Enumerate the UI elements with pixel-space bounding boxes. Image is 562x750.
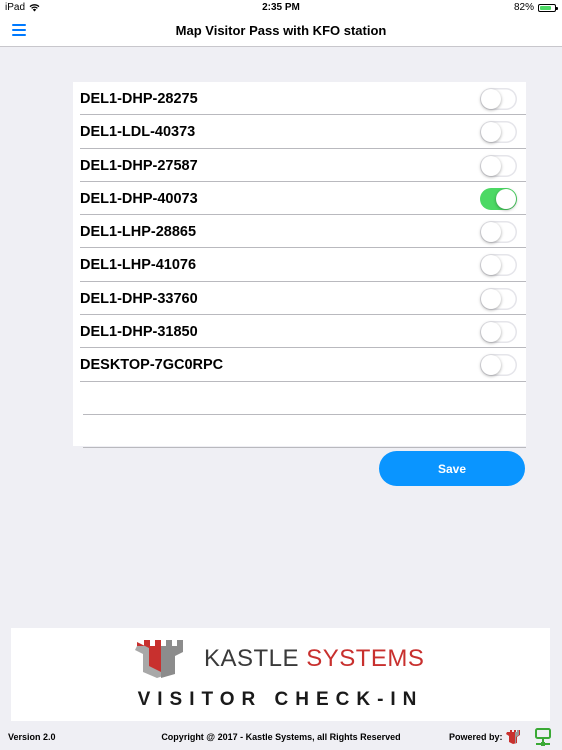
station-row: DEL1-LDL-40373 bbox=[80, 115, 526, 149]
network-icon[interactable] bbox=[533, 727, 553, 749]
station-row: DEL1-DHP-33760 bbox=[80, 282, 526, 316]
station-name: DEL1-DHP-33760 bbox=[80, 290, 198, 307]
kastle-castle-logo bbox=[135, 636, 185, 683]
banner-tagline: VISITOR CHECK-IN bbox=[137, 689, 424, 710]
brand-kastle: KASTLE bbox=[204, 645, 300, 672]
toggle-knob bbox=[481, 222, 501, 243]
kastle-banner: KASTLE SYSTEMS VISITOR CHECK-IN bbox=[11, 628, 550, 721]
station-name: DEL1-LDL-40373 bbox=[80, 124, 196, 141]
station-row: DEL1-LHP-28865 bbox=[80, 215, 526, 249]
status-right: 82% bbox=[513, 2, 558, 13]
station-toggle[interactable] bbox=[480, 254, 517, 277]
empty-row bbox=[83, 382, 526, 415]
status-time: 2:35 PM bbox=[262, 2, 300, 13]
station-toggle[interactable] bbox=[480, 287, 517, 310]
toggle-knob bbox=[481, 288, 501, 309]
station-toggle[interactable] bbox=[480, 321, 517, 344]
station-name: DEL1-LHP-41076 bbox=[80, 257, 197, 274]
station-row: DEL1-DHP-40073 bbox=[80, 182, 526, 216]
toggle-knob bbox=[481, 322, 501, 343]
station-row: DEL1-DHP-28275 bbox=[80, 82, 526, 116]
station-list: DEL1-DHP-28275 DEL1-LDL-40373 DEL1-DHP-275… bbox=[73, 82, 526, 449]
station-toggle[interactable] bbox=[480, 187, 517, 210]
toggle-knob bbox=[481, 89, 501, 109]
station-toggle[interactable] bbox=[480, 121, 517, 144]
station-row: DESKTOP-7GC0RPC bbox=[80, 348, 526, 382]
station-row: DEL1-DHP-31850 bbox=[80, 315, 526, 349]
station-row: DEL1-LHP-41076 bbox=[80, 248, 526, 282]
brand-systems: SYSTEMS bbox=[299, 645, 425, 672]
save-button[interactable]: Save bbox=[379, 451, 525, 486]
toggle-knob bbox=[481, 255, 501, 276]
empty-row bbox=[83, 415, 526, 449]
footer: Version 2.0 Copyright @ 2017 - Kastle Sy… bbox=[0, 726, 562, 750]
battery-percent: 82% bbox=[513, 2, 534, 13]
station-name: DEL1-LHP-28865 bbox=[80, 224, 197, 241]
toggle-knob bbox=[481, 155, 501, 176]
station-row: DEL1-DHP-27587 bbox=[80, 149, 526, 182]
kastle-mini-logo bbox=[505, 728, 523, 748]
station-name: DEL1-DHP-40073 bbox=[80, 190, 198, 207]
station-name: DESKTOP-7GC0RPC bbox=[80, 357, 224, 374]
station-toggle[interactable] bbox=[480, 221, 517, 244]
page-title: Map Visitor Pass with KFO station bbox=[175, 23, 387, 38]
battery-icon bbox=[538, 3, 558, 12]
station-name: DEL1-DHP-28275 bbox=[80, 91, 198, 107]
station-toggle[interactable] bbox=[480, 88, 517, 110]
toggle-knob bbox=[481, 355, 501, 376]
brand-name: KASTLE SYSTEMS bbox=[204, 645, 424, 673]
navigation-bar: Map Visitor Pass with KFO station bbox=[0, 16, 562, 47]
station-name: DEL1-DHP-27587 bbox=[80, 157, 198, 174]
status-bar: iPad 2:35 PM 82% bbox=[0, 0, 562, 16]
station-name: DEL1-DHP-31850 bbox=[80, 324, 198, 341]
station-toggle[interactable] bbox=[480, 154, 517, 177]
toggle-knob bbox=[481, 122, 501, 143]
toggle-knob bbox=[496, 188, 516, 209]
powered-by-label: Powered by: bbox=[449, 732, 503, 742]
station-toggle[interactable] bbox=[480, 354, 517, 377]
battery-fill bbox=[540, 5, 552, 10]
